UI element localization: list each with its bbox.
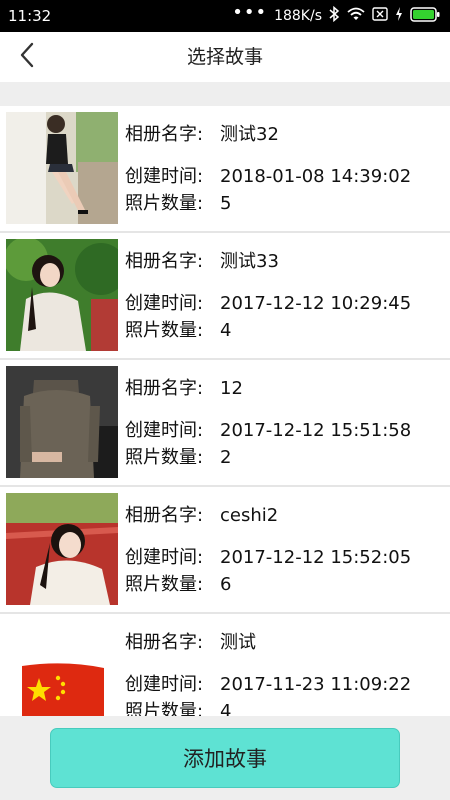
section-divider xyxy=(0,82,450,106)
created-time-row: 创建时间: 2017-12-12 10:29:45 xyxy=(125,289,411,315)
photo-count-value: 6 xyxy=(220,574,232,595)
charging-icon xyxy=(395,7,403,25)
chevron-left-icon xyxy=(19,42,35,72)
photo-count-value: 4 xyxy=(220,320,232,341)
album-item[interactable]: 相册名字: 测试 创建时间: 2017-11-23 11:09:22 照片数量: 4 xyxy=(0,614,450,716)
album-thumbnail xyxy=(6,112,118,224)
album-name-row: 相册名字: ceshi2 xyxy=(125,501,278,527)
photo-count-label: 照片数量: xyxy=(125,320,204,341)
album-thumbnail xyxy=(6,620,118,716)
album-item[interactable]: 相册名字: ceshi2 创建时间: 2017-12-12 15:52:05 照片数… xyxy=(0,487,450,614)
photo-count-row: 照片数量: 5 xyxy=(125,189,231,215)
album-thumbnail xyxy=(6,239,118,351)
album-item[interactable]: 相册名字: 12 创建时间: 2017-12-12 15:51:58 照片数量: 2 xyxy=(0,360,450,487)
photo-count-value: 5 xyxy=(220,193,232,214)
photo-count-row: 照片数量: 2 xyxy=(125,443,231,469)
photo-count-label: 照片数量: xyxy=(125,701,204,716)
battery-icon xyxy=(410,6,440,26)
photo-count-label: 照片数量: xyxy=(125,574,204,595)
wifi-icon xyxy=(347,7,365,25)
album-name-label: 相册名字: xyxy=(125,378,204,399)
album-name-value: ceshi2 xyxy=(220,505,279,526)
created-time-label: 创建时间: xyxy=(125,166,204,187)
album-name-row: 相册名字: 测试33 xyxy=(125,247,279,273)
notification-dots: ••• xyxy=(232,2,268,23)
created-time-label: 创建时间: xyxy=(125,293,204,314)
album-name-value: 12 xyxy=(220,378,243,399)
photo-count-label: 照片数量: xyxy=(125,447,204,468)
created-time-row: 创建时间: 2018-01-08 14:39:02 xyxy=(125,162,411,188)
photo-count-row: 照片数量: 4 xyxy=(125,697,231,716)
album-name-label: 相册名字: xyxy=(125,251,204,272)
add-story-button[interactable]: 添加故事 xyxy=(50,728,400,788)
created-time-row: 创建时间: 2017-11-23 11:09:22 xyxy=(125,670,411,696)
album-name-row: 相册名字: 测试32 xyxy=(125,120,279,146)
back-button[interactable] xyxy=(14,42,40,72)
album-name-row: 相册名字: 测试 xyxy=(125,628,256,654)
created-time-value: 2017-12-12 10:29:45 xyxy=(220,293,412,314)
page-title: 选择故事 xyxy=(186,46,263,68)
album-name-row: 相册名字: 12 xyxy=(125,374,243,400)
album-item[interactable]: 相册名字: 测试32 创建时间: 2018-01-08 14:39:02 照片数量:… xyxy=(0,106,450,233)
album-name-label: 相册名字: xyxy=(125,124,204,145)
album-item[interactable]: 相册名字: 测试33 创建时间: 2017-12-12 10:29:45 照片数量:… xyxy=(0,233,450,360)
album-list: 相册名字: 测试32 创建时间: 2018-01-08 14:39:02 照片数量:… xyxy=(0,106,450,716)
photo-count-row: 照片数量: 4 xyxy=(125,316,231,342)
album-thumbnail xyxy=(6,493,118,605)
created-time-label: 创建时间: xyxy=(125,547,204,568)
sim-icon xyxy=(372,7,388,25)
header-bar: 选择故事 xyxy=(0,32,450,82)
status-icons: ••• 188K/s xyxy=(232,2,440,26)
created-time-label: 创建时间: xyxy=(125,420,204,441)
photo-count-value: 4 xyxy=(220,701,232,716)
bottom-bar: 添加故事 xyxy=(0,716,450,800)
status-time: 11:32 xyxy=(8,7,52,25)
status-bar: 11:32 ••• 188K/s xyxy=(0,0,450,32)
created-time-value: 2017-12-12 15:51:58 xyxy=(220,420,412,441)
album-thumbnail xyxy=(6,366,118,478)
photo-count-value: 2 xyxy=(220,447,232,468)
created-time-label: 创建时间: xyxy=(125,674,204,695)
album-name-label: 相册名字: xyxy=(125,505,204,526)
album-name-value: 测试 xyxy=(220,632,256,653)
album-name-label: 相册名字: xyxy=(125,632,204,653)
network-speed: 188K/s xyxy=(274,8,322,24)
photo-count-label: 照片数量: xyxy=(125,193,204,214)
created-time-row: 创建时间: 2017-12-12 15:52:05 xyxy=(125,543,411,569)
created-time-value: 2018-01-08 14:39:02 xyxy=(220,166,412,187)
bluetooth-icon xyxy=(329,5,340,26)
created-time-value: 2017-11-23 11:09:22 xyxy=(220,674,412,695)
photo-count-row: 照片数量: 6 xyxy=(125,570,231,596)
created-time-value: 2017-12-12 15:52:05 xyxy=(220,547,412,568)
album-name-value: 测试32 xyxy=(220,124,279,145)
created-time-row: 创建时间: 2017-12-12 15:51:58 xyxy=(125,416,411,442)
album-name-value: 测试33 xyxy=(220,251,279,272)
